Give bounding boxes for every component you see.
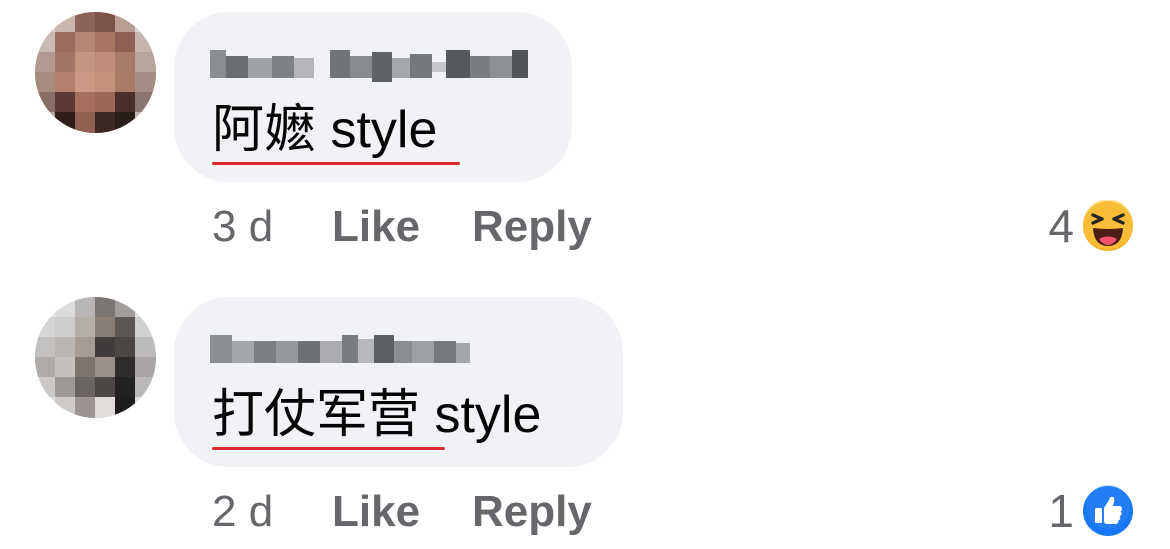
comment-1: 阿嬷 style 3 d Like Reply 4 — [0, 0, 1170, 270]
reaction-count: 1 — [1048, 485, 1074, 537]
comment-text-latin: style — [330, 101, 438, 159]
reply-button[interactable]: Reply — [472, 484, 592, 540]
haha-emoji-icon — [1083, 200, 1133, 251]
comment-text: 阿嬷 style — [212, 100, 437, 160]
redacted-author-name[interactable] — [210, 329, 474, 367]
thumbs-up-icon — [1083, 485, 1133, 536]
reaction-summary[interactable]: 4 — [1048, 198, 1134, 254]
reaction-summary[interactable]: 1 — [1048, 483, 1134, 539]
comment-timestamp[interactable]: 3 d — [212, 199, 273, 255]
spellcheck-underline — [212, 162, 460, 165]
like-button[interactable]: Like — [332, 484, 420, 540]
comment-text-latin: style — [434, 386, 542, 444]
commenter-avatar[interactable] — [35, 297, 156, 418]
commenter-avatar[interactable] — [35, 12, 156, 133]
comment-text-cjk: 打仗军营 — [212, 386, 421, 444]
reply-button[interactable]: Reply — [472, 199, 592, 255]
comment-2: 打仗军营 style 2 d Like Reply 1 — [0, 285, 1170, 549]
comment-timestamp[interactable]: 2 d — [212, 484, 273, 540]
comment-text: 打仗军营 style — [212, 385, 541, 445]
comment-bubble: 打仗军营 style — [174, 297, 623, 467]
reaction-count: 4 — [1048, 200, 1074, 252]
comment-text-cjk: 阿嬷 — [212, 101, 317, 159]
spellcheck-underline — [212, 447, 445, 450]
comment-bubble: 阿嬷 style — [174, 12, 572, 182]
redacted-author-name[interactable] — [210, 44, 534, 82]
like-button[interactable]: Like — [332, 199, 420, 255]
